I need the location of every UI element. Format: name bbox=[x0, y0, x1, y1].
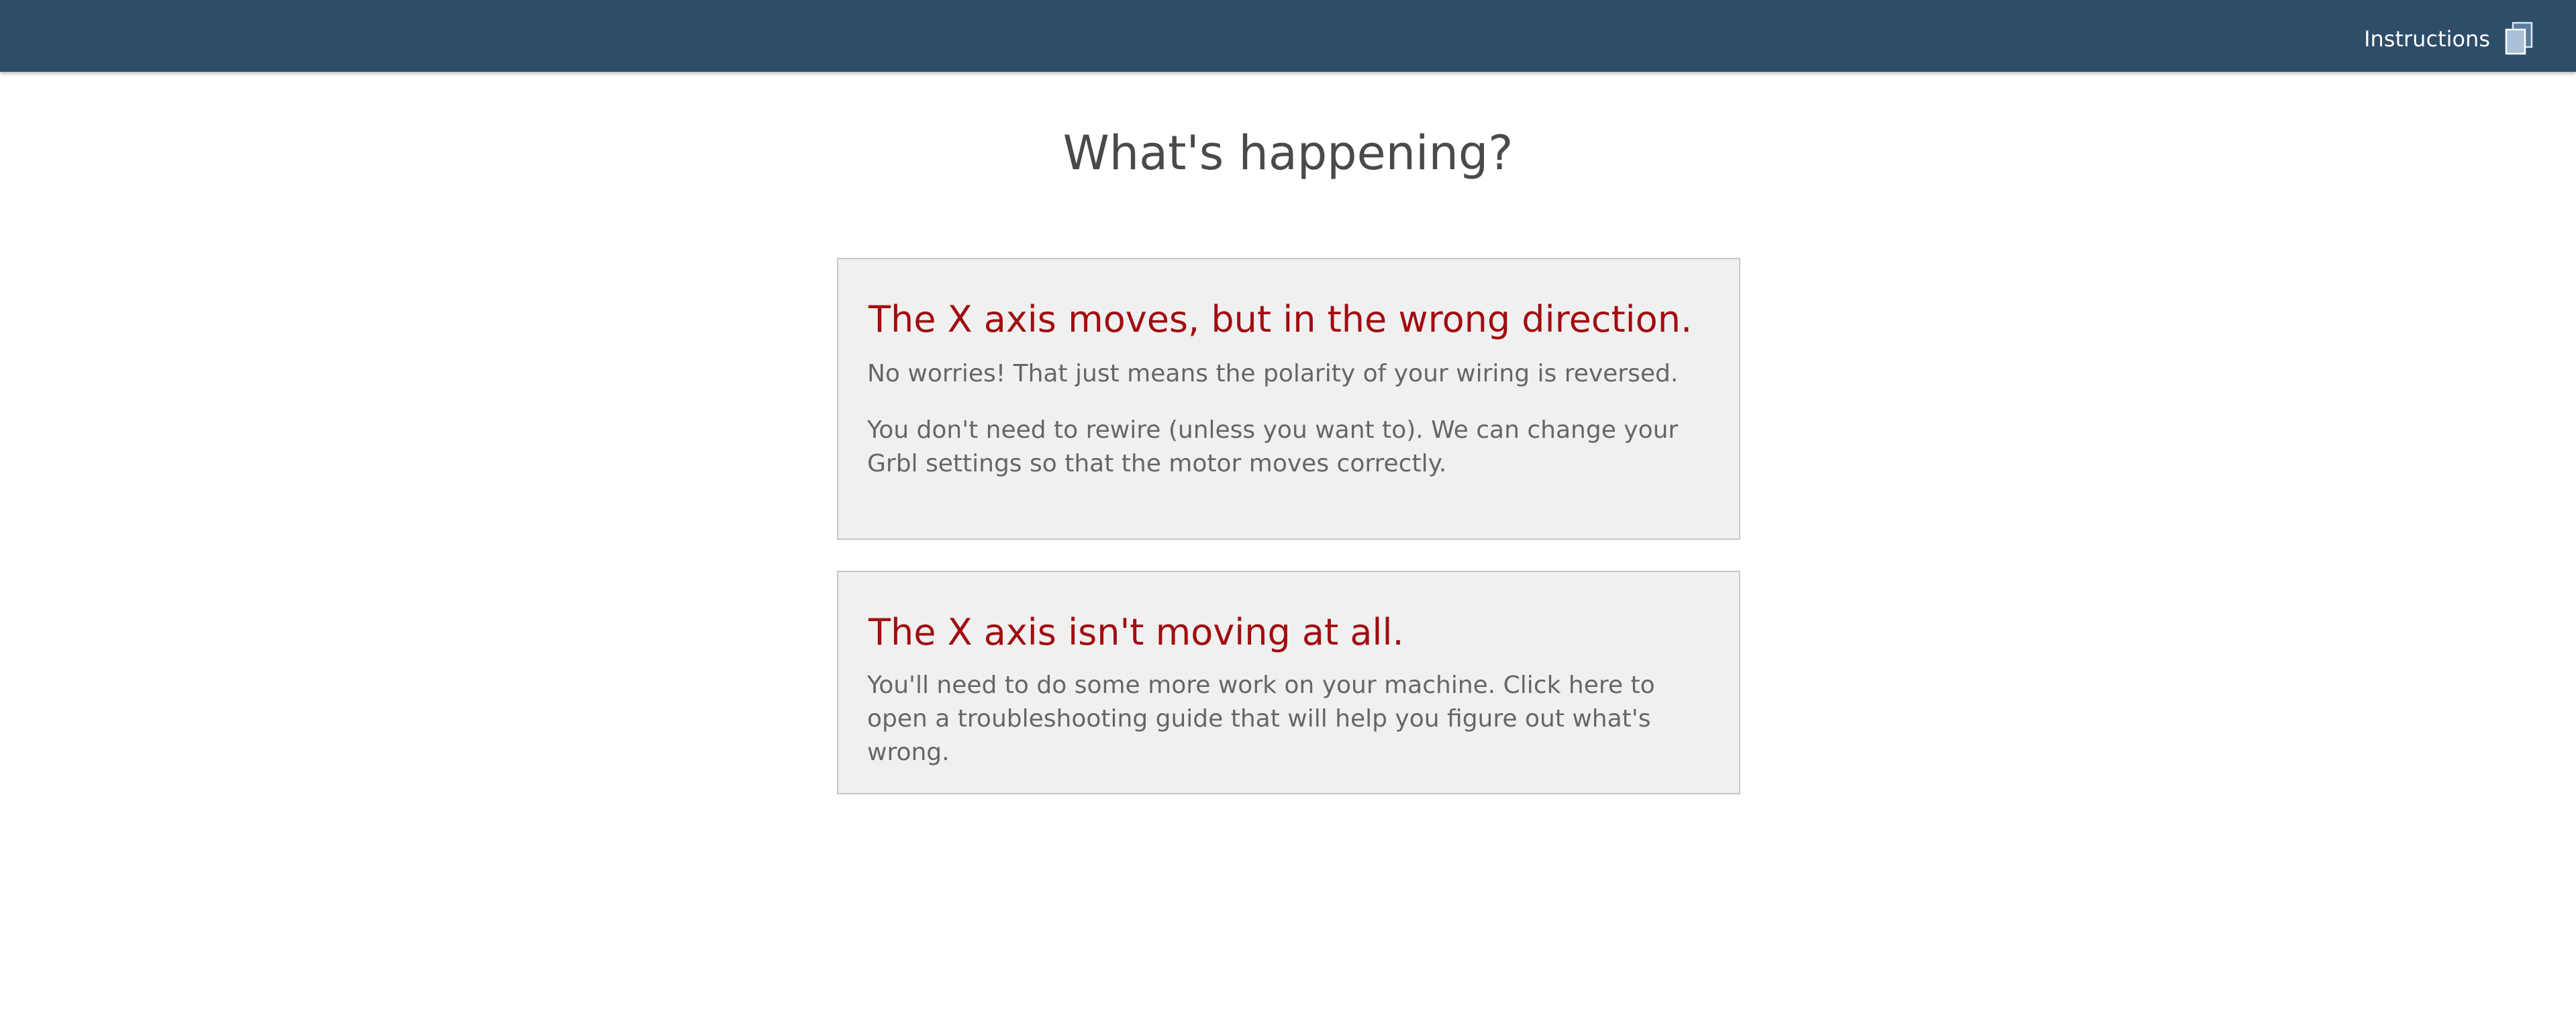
instructions-label: Instructions bbox=[2364, 26, 2490, 52]
instructions-button[interactable]: Instructions bbox=[2364, 21, 2534, 56]
page-title: What's happening? bbox=[1062, 126, 1514, 181]
copy-pages-icon bbox=[2505, 21, 2533, 55]
option-title: The X axis isn't moving at all. bbox=[869, 611, 1404, 653]
option-card-wrong-direction[interactable]: The X axis moves, but in the wrong direc… bbox=[837, 258, 1740, 540]
option-description: You'll need to do some more work on your… bbox=[867, 671, 1655, 766]
option-title: The X axis moves, but in the wrong direc… bbox=[869, 298, 1693, 340]
option-description: No worries! That just means the polarity… bbox=[867, 360, 1679, 387]
top-bar: Instructions bbox=[0, 0, 2576, 72]
option-description: You don't need to rewire (unless you wan… bbox=[867, 416, 1679, 477]
